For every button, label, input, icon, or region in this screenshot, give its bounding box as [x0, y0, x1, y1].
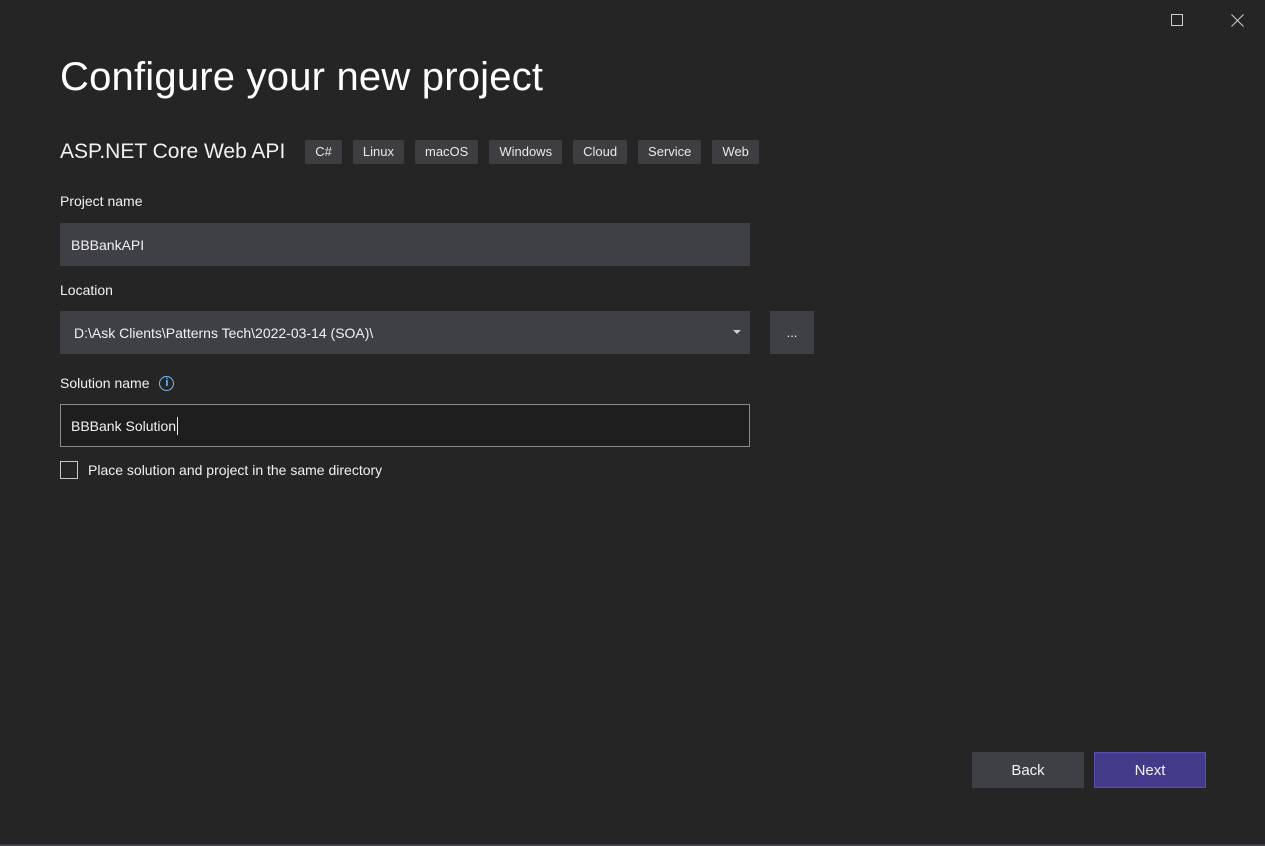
maximize-button[interactable] — [1165, 8, 1189, 32]
template-tag: C# — [305, 140, 342, 164]
template-tag: Cloud — [573, 140, 628, 164]
info-icon[interactable]: i — [159, 375, 175, 391]
same-directory-label: Place solution and project in the same d… — [88, 462, 383, 478]
template-name: ASP.NET Core Web API — [60, 140, 286, 163]
back-button[interactable]: Back — [972, 752, 1084, 788]
template-tag: Web — [712, 140, 759, 164]
location-label: Location — [60, 282, 113, 298]
project-name-label: Project name — [60, 193, 143, 209]
close-icon — [1230, 13, 1244, 27]
location-value: D:\Ask Clients\Patterns Tech\2022-03-14 … — [74, 324, 374, 341]
project-name-input[interactable]: BBBankAPI — [60, 223, 750, 266]
close-button[interactable] — [1225, 8, 1249, 32]
solution-name-input[interactable]: BBBank Solution — [60, 404, 750, 447]
template-tag: macOS — [414, 140, 479, 164]
project-name-value: BBBankAPI — [71, 236, 145, 253]
solution-name-label: Solution name — [60, 375, 150, 391]
next-button[interactable]: Next — [1094, 752, 1206, 788]
page-title: Configure your new project — [60, 55, 544, 99]
location-dropdown[interactable]: D:\Ask Clients\Patterns Tech\2022-03-14 … — [60, 311, 750, 354]
solution-name-label-row: Solution name i — [60, 375, 175, 392]
template-info: ASP.NET Core Web API C# Linux macOS Wind… — [60, 139, 770, 165]
same-directory-option[interactable]: Place solution and project in the same d… — [60, 461, 382, 479]
template-tag: Windows — [489, 140, 563, 164]
maximize-icon — [1171, 14, 1183, 26]
template-tag: Linux — [352, 140, 404, 164]
configure-project-window: Configure your new project ASP.NET Core … — [0, 0, 1265, 846]
chevron-down-icon — [733, 330, 741, 334]
same-directory-checkbox[interactable] — [60, 461, 78, 479]
solution-name-value: BBBank Solution — [71, 417, 177, 434]
template-tag: Service — [638, 140, 702, 164]
text-cursor — [177, 416, 179, 435]
browse-location-button[interactable]: ... — [770, 311, 814, 354]
